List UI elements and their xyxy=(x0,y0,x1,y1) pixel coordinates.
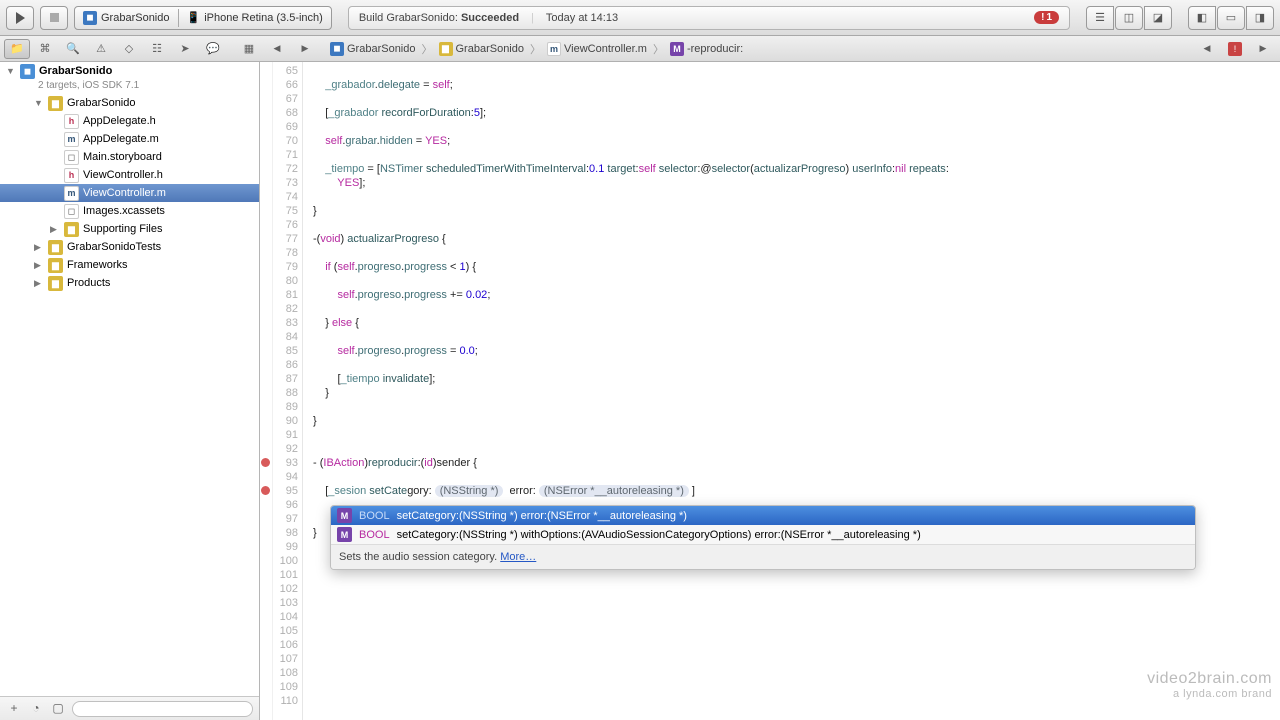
error-marker[interactable] xyxy=(261,458,270,467)
m-file-icon: m xyxy=(547,42,561,56)
tree-item[interactable]: ▼▆GrabarSonido xyxy=(0,94,259,112)
filter-scm-button[interactable]: ▢ xyxy=(50,701,66,717)
related-items-button[interactable]: ▦ xyxy=(236,39,262,59)
tree-item[interactable]: hViewController.h xyxy=(0,166,259,184)
prev-counterpart-button[interactable] xyxy=(1194,39,1220,59)
navigator-tabbar: 📁 ⌘ 🔍 ⚠ ◇ ☷ ➤ 💬 ▦ ◼GrabarSonido 〉 ▆Graba… xyxy=(0,36,1280,62)
watermark: video2brain.com a lynda.com brand xyxy=(1147,670,1272,700)
project-navigator-tab[interactable]: 📁 xyxy=(4,39,30,59)
method-icon: M xyxy=(670,42,684,56)
forward-button[interactable] xyxy=(292,39,318,59)
tree-item[interactable]: ▶▆Products xyxy=(0,274,259,292)
add-button[interactable]: + xyxy=(6,701,22,717)
folder-icon: ▆ xyxy=(439,42,453,56)
code-area[interactable]: _grabador.delegate = self; [_grabador re… xyxy=(303,62,1280,720)
assistant-editor-button[interactable]: ◫ xyxy=(1115,6,1143,30)
method-icon: M xyxy=(337,527,352,542)
breakpoint-navigator-tab[interactable]: ➤ xyxy=(172,39,198,59)
navigator-footer: + ◔ ▢ xyxy=(0,696,259,720)
main-toolbar: ◼ GrabarSonido 📱 iPhone Retina (3.5-inch… xyxy=(0,0,1280,36)
project-navigator: ▼◼GrabarSonido2 targets, iOS SDK 7.1▼▆Gr… xyxy=(0,62,260,720)
error-badge[interactable]: !1 xyxy=(1034,11,1059,24)
run-button[interactable] xyxy=(6,6,34,30)
tree-item[interactable]: ▶▆GrabarSonidoTests xyxy=(0,238,259,256)
project-root[interactable]: ▼◼GrabarSonido xyxy=(0,62,259,80)
issue-indicator[interactable]: ! xyxy=(1222,39,1248,59)
test-navigator-tab[interactable]: ◇ xyxy=(116,39,142,59)
tree-item[interactable]: ◻Main.storyboard xyxy=(0,148,259,166)
autocomplete-description: Sets the audio session category. More… xyxy=(331,544,1195,569)
device-icon: 📱 xyxy=(187,11,201,24)
toggle-navigator-button[interactable]: ◧ xyxy=(1188,6,1216,30)
autocomplete-item[interactable]: MBOOLsetCategory:(NSString *) withOption… xyxy=(331,525,1195,544)
autocomplete-popup[interactable]: MBOOLsetCategory:(NSString *) error:(NSE… xyxy=(330,505,1196,570)
debug-navigator-tab[interactable]: ☷ xyxy=(144,39,170,59)
tree-item[interactable]: mAppDelegate.m xyxy=(0,130,259,148)
scheme-project: GrabarSonido xyxy=(101,12,170,24)
jump-project: GrabarSonido xyxy=(347,43,416,55)
autocomplete-item[interactable]: MBOOLsetCategory:(NSString *) error:(NSE… xyxy=(331,506,1195,525)
jump-symbol: -reproducir: xyxy=(687,43,743,55)
tree-item[interactable]: ▶▆Frameworks xyxy=(0,256,259,274)
filter-search[interactable] xyxy=(72,701,253,717)
toggle-utilities-button[interactable]: ◨ xyxy=(1246,6,1274,30)
method-icon: M xyxy=(337,508,352,523)
scheme-device: iPhone Retina (3.5-inch) xyxy=(204,12,323,24)
project-icon: ◼ xyxy=(330,42,344,56)
next-counterpart-button[interactable] xyxy=(1250,39,1276,59)
jump-file: ViewController.m xyxy=(564,43,647,55)
source-editor[interactable]: 65 66 67 68 69 70 71 72 73 74 75 76 77 7… xyxy=(260,62,1280,720)
filter-recent-button[interactable]: ◔ xyxy=(28,701,44,717)
find-navigator-tab[interactable]: 🔍 xyxy=(60,39,86,59)
jump-group: GrabarSonido xyxy=(456,43,525,55)
report-navigator-tab[interactable]: 💬 xyxy=(200,39,226,59)
version-editor-button[interactable]: ◪ xyxy=(1144,6,1172,30)
tree-item[interactable]: ▶▆Supporting Files xyxy=(0,220,259,238)
symbol-navigator-tab[interactable]: ⌘ xyxy=(32,39,58,59)
main-area: ▼◼GrabarSonido2 targets, iOS SDK 7.1▼▆Gr… xyxy=(0,62,1280,720)
panel-visibility-group: ◧ ▭ ◨ xyxy=(1188,6,1274,30)
build-prefix: Build GrabarSonido: xyxy=(359,12,461,24)
toggle-debug-button[interactable]: ▭ xyxy=(1217,6,1245,30)
back-button[interactable] xyxy=(264,39,290,59)
editor-mode-group: ☰ ◫ ◪ xyxy=(1086,6,1172,30)
build-result: Succeeded xyxy=(461,12,519,24)
tree-item[interactable]: ◻Images.xcassets xyxy=(0,202,259,220)
autocomplete-more-link[interactable]: More… xyxy=(500,551,536,563)
issue-navigator-tab[interactable]: ⚠ xyxy=(88,39,114,59)
jump-bar[interactable]: ◼GrabarSonido 〉 ▆GrabarSonido 〉 mViewCon… xyxy=(326,41,1186,57)
stop-button[interactable] xyxy=(40,6,68,30)
build-time: Today at 14:13 xyxy=(546,12,618,24)
line-gutter: 65 66 67 68 69 70 71 72 73 74 75 76 77 7… xyxy=(273,62,303,720)
activity-viewer: Build GrabarSonido: Succeeded | Today at… xyxy=(348,6,1070,30)
file-tree[interactable]: ▼◼GrabarSonido2 targets, iOS SDK 7.1▼▆Gr… xyxy=(0,62,259,696)
project-icon: ◼ xyxy=(83,11,97,25)
scheme-selector[interactable]: ◼ GrabarSonido 📱 iPhone Retina (3.5-inch… xyxy=(74,6,332,30)
tree-item[interactable]: mViewController.m xyxy=(0,184,259,202)
standard-editor-button[interactable]: ☰ xyxy=(1086,6,1114,30)
error-marker[interactable] xyxy=(261,486,270,495)
tree-item[interactable]: hAppDelegate.h xyxy=(0,112,259,130)
issue-gutter xyxy=(260,62,273,720)
